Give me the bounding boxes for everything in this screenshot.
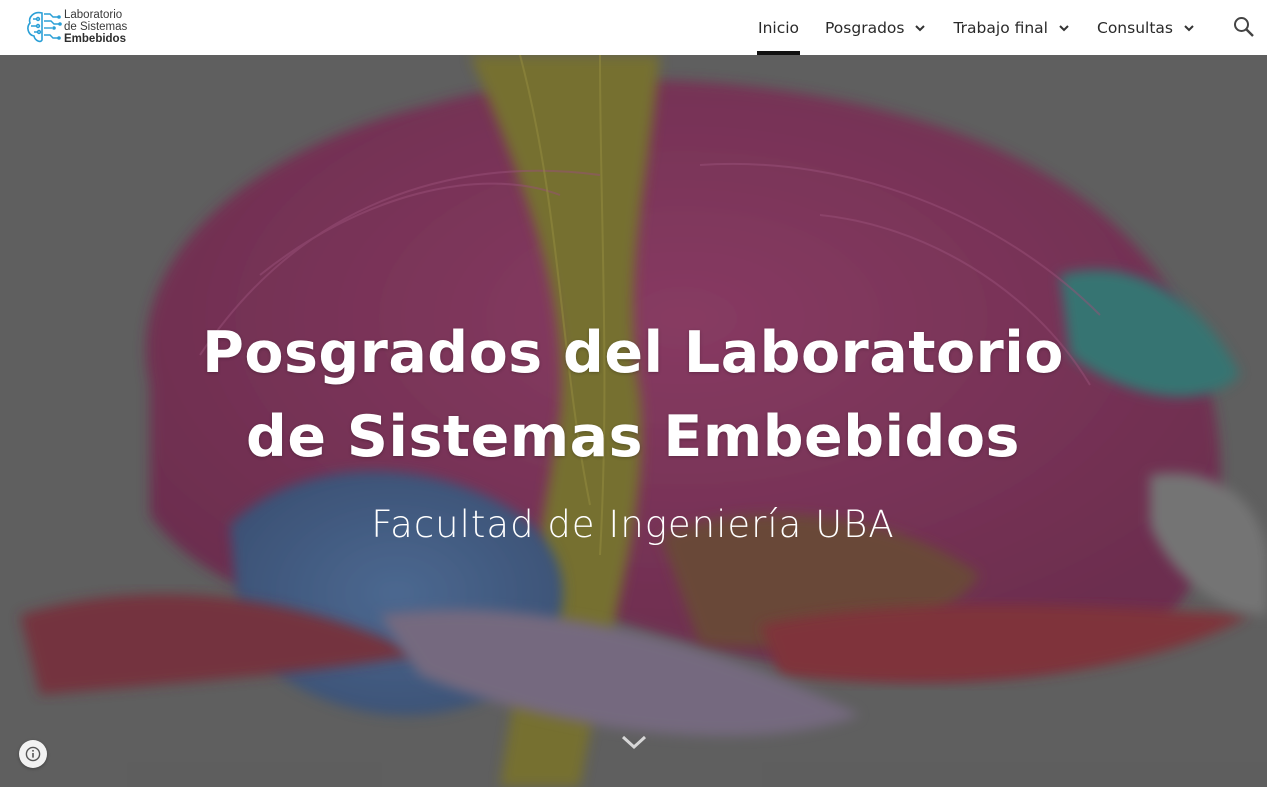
chevron-down-icon[interactable] [1182, 21, 1196, 35]
main-nav: Inicio Posgrados Trabajo final Consultas [745, 0, 1209, 55]
nav-item-trabajo-final[interactable]: Trabajo final [940, 0, 1084, 55]
site-info-button[interactable] [19, 740, 47, 768]
nav-label-inicio: Inicio [758, 18, 800, 37]
nav-item-inicio[interactable]: Inicio [745, 0, 812, 55]
scroll-down-chevron-icon[interactable] [619, 731, 649, 753]
chevron-down-icon[interactable] [1057, 21, 1071, 35]
logo-text: Laboratorio de Sistemas Embebidos [64, 9, 127, 45]
hero-title: Posgrados del Laboratorio de Sistemas Em… [133, 311, 1133, 479]
logo-line-1: Laboratorio [64, 9, 123, 21]
brain-circuit-logo-icon [27, 11, 62, 43]
nav-label-consultas: Consultas [1097, 18, 1173, 37]
nav-item-consultas[interactable]: Consultas [1084, 0, 1209, 55]
hero-title-line-1: Posgrados del Laboratorio [202, 320, 1064, 386]
search-icon[interactable] [1231, 14, 1257, 40]
hero-subtitle: Facultad de Ingeniería UBA [371, 503, 895, 546]
hero-title-line-2: de Sistemas Embebidos [246, 404, 1020, 470]
site-logo[interactable]: Laboratorio de Sistemas Embebidos [24, 6, 144, 48]
logo-line-2: de Sistemas [64, 21, 128, 33]
nav-label-trabajo-final: Trabajo final [953, 18, 1048, 37]
chevron-down-icon[interactable] [913, 21, 927, 35]
logo-line-3: Embebidos [64, 33, 126, 45]
site-header: Laboratorio de Sistemas Embebidos Inicio… [0, 0, 1267, 55]
nav-item-posgrados[interactable]: Posgrados [812, 0, 940, 55]
nav-label-posgrados: Posgrados [825, 18, 905, 37]
info-icon [25, 746, 41, 762]
hero-banner: Posgrados del Laboratorio de Sistemas Em… [0, 55, 1267, 787]
